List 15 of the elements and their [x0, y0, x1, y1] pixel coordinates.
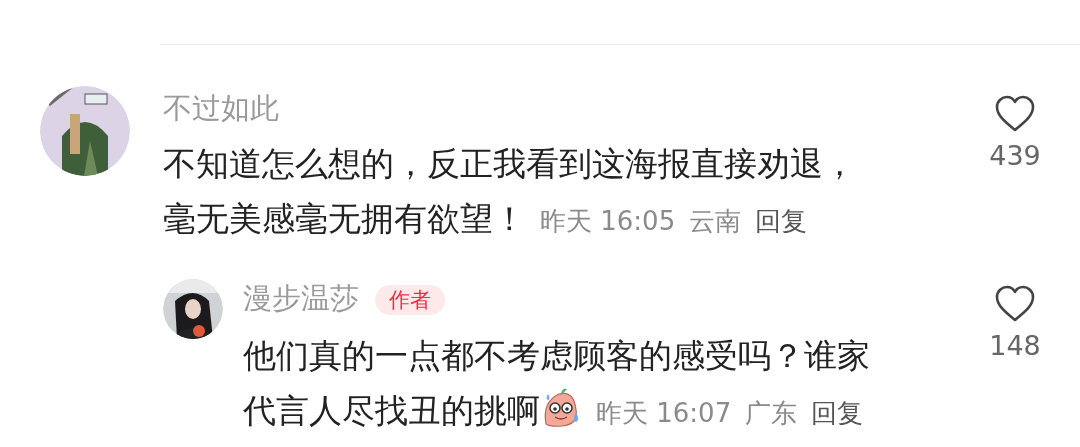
- like-count: 439: [989, 139, 1041, 173]
- reply-link[interactable]: 回复: [811, 397, 864, 428]
- comment-text: 他们真的一点都不考虑顾客的感受吗？谁家: [243, 335, 870, 375]
- like-count: 148: [989, 329, 1041, 363]
- author-tag: 作者: [375, 284, 445, 315]
- comment-text: 毫无美感毫无拥有欲望！: [163, 199, 526, 238]
- timestamp: 昨天 16:07: [596, 397, 732, 428]
- timestamp: 昨天 16:05: [540, 206, 676, 236]
- comment-text: 代言人尽找丑的挑啊: [243, 390, 540, 430]
- heart-icon[interactable]: [994, 285, 1036, 322]
- location: 云南: [689, 206, 742, 236]
- location: 广东: [745, 397, 798, 428]
- heart-icon[interactable]: [994, 95, 1036, 132]
- reply-link[interactable]: 回复: [755, 206, 808, 236]
- comment-text: 不知道怎么想的，反正我看到这海报直接劝退，: [163, 144, 856, 183]
